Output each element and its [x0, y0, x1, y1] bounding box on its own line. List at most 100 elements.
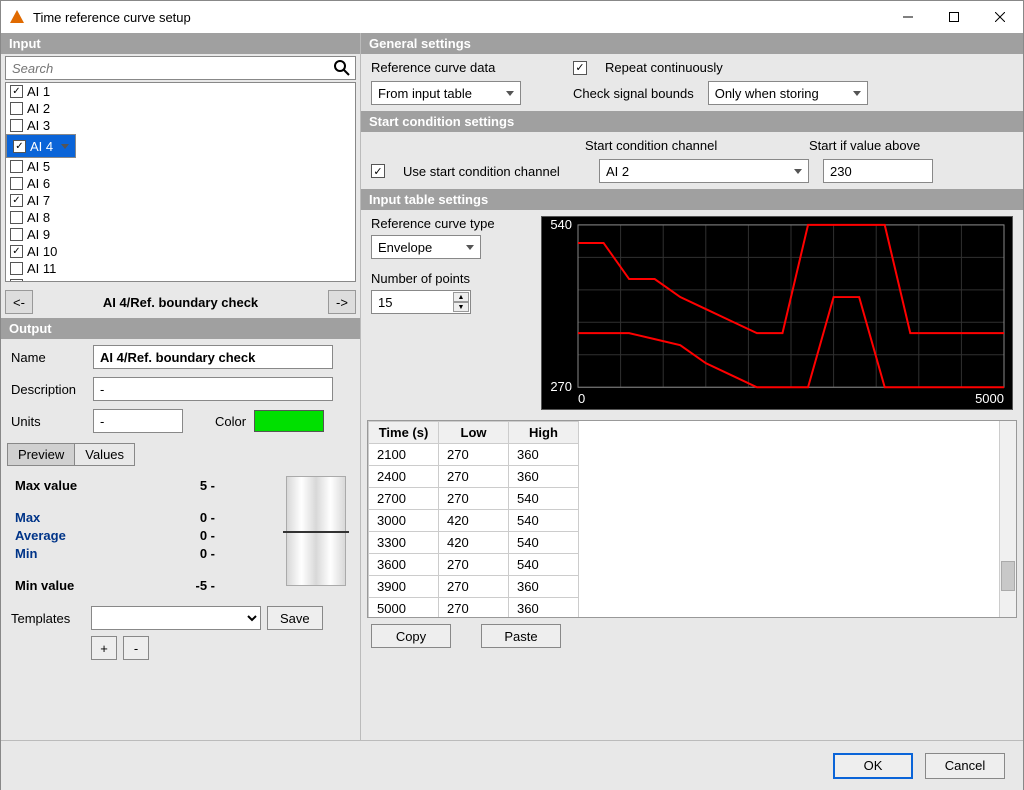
channel-row[interactable]: AI 12 [6, 277, 355, 282]
table-cell[interactable]: 360 [509, 576, 579, 598]
prev-channel-button[interactable]: <- [5, 290, 33, 314]
check-bounds-select[interactable]: Only when storing [708, 81, 868, 105]
right-panel: General settings Reference curve data Re… [361, 33, 1023, 740]
paste-button[interactable]: Paste [481, 624, 561, 648]
table-cell[interactable]: 2100 [369, 444, 439, 466]
units-input[interactable] [93, 409, 183, 433]
table-cell[interactable]: 420 [439, 532, 509, 554]
channel-checkbox[interactable] [10, 262, 23, 275]
spin-up-icon[interactable]: ▲ [453, 292, 469, 302]
channel-checkbox[interactable] [10, 211, 23, 224]
table-cell[interactable]: 3600 [369, 554, 439, 576]
table-row[interactable]: 2100270360 [369, 444, 579, 466]
table-cell[interactable]: 360 [509, 466, 579, 488]
channel-row[interactable]: AI 4 [6, 134, 76, 158]
table-cell[interactable]: 540 [509, 488, 579, 510]
channel-label: AI 6 [27, 176, 50, 191]
ref-curve-data-select[interactable]: From input table [371, 81, 521, 105]
channel-row[interactable]: AI 11 [6, 260, 355, 277]
add-template-button[interactable]: + [91, 636, 117, 660]
table-cell[interactable]: 270 [439, 598, 509, 618]
next-channel-button[interactable]: -> [328, 290, 356, 314]
channel-row[interactable]: AI 5 [6, 158, 355, 175]
table-row[interactable]: 3000420540 [369, 510, 579, 532]
table-cell[interactable]: 540 [509, 554, 579, 576]
table-cell[interactable]: 270 [439, 554, 509, 576]
channel-row[interactable]: AI 10 [6, 243, 355, 260]
channel-checkbox[interactable] [10, 228, 23, 241]
channel-checkbox[interactable] [13, 140, 26, 153]
channel-row[interactable]: AI 6 [6, 175, 355, 192]
description-input[interactable] [93, 377, 333, 401]
start-condition-header: Start condition settings [361, 111, 1023, 132]
channel-checkbox[interactable] [10, 177, 23, 190]
channel-row[interactable]: AI 2 [6, 100, 355, 117]
name-input[interactable] [93, 345, 333, 369]
table-cell[interactable]: 5000 [369, 598, 439, 618]
channel-row[interactable]: AI 1 [6, 83, 355, 100]
table-scrollbar[interactable] [999, 421, 1016, 617]
channel-row[interactable]: AI 8 [6, 209, 355, 226]
repeat-checkbox[interactable] [573, 61, 587, 75]
channel-checkbox[interactable] [10, 245, 23, 258]
channel-checkbox[interactable] [10, 119, 23, 132]
col-time[interactable]: Time (s) [369, 422, 439, 444]
table-cell[interactable]: 270 [439, 466, 509, 488]
table-cell[interactable]: 360 [509, 598, 579, 618]
table-cell[interactable]: 360 [509, 444, 579, 466]
minimize-button[interactable] [885, 1, 931, 33]
table-cell[interactable]: 540 [509, 532, 579, 554]
tab-preview[interactable]: Preview [7, 443, 75, 466]
input-table[interactable]: Time (s) Low High 2100270360240027036027… [367, 420, 1017, 618]
table-cell[interactable]: 3300 [369, 532, 439, 554]
channel-checkbox[interactable] [10, 160, 23, 173]
current-channel-title: AI 4/Ref. boundary check [37, 295, 324, 310]
table-cell[interactable]: 270 [439, 444, 509, 466]
spin-down-icon[interactable]: ▼ [453, 302, 469, 312]
channel-checkbox[interactable] [10, 102, 23, 115]
table-row[interactable]: 3900270360 [369, 576, 579, 598]
col-high[interactable]: High [509, 422, 579, 444]
curve-type-select[interactable]: Envelope [371, 235, 481, 259]
maximize-button[interactable] [931, 1, 977, 33]
table-cell[interactable]: 540 [509, 510, 579, 532]
templates-select[interactable] [91, 606, 261, 630]
channel-row[interactable]: AI 3 [6, 117, 355, 134]
ok-button[interactable]: OK [833, 753, 913, 779]
copy-button[interactable]: Copy [371, 624, 451, 648]
channel-list[interactable]: AI 1AI 2AI 3AI 4AI 5AI 6AI 7AI 8AI 9AI 1… [5, 82, 356, 282]
table-cell[interactable]: 270 [439, 488, 509, 510]
table-cell[interactable]: 3900 [369, 576, 439, 598]
table-row[interactable]: 5000270360 [369, 598, 579, 618]
col-low[interactable]: Low [439, 422, 509, 444]
curve-type-label: Reference curve type [371, 216, 531, 231]
table-row[interactable]: 3600270540 [369, 554, 579, 576]
use-start-checkbox[interactable] [371, 164, 385, 178]
channel-checkbox[interactable] [10, 279, 23, 282]
table-row[interactable]: 2700270540 [369, 488, 579, 510]
table-cell[interactable]: 420 [439, 510, 509, 532]
table-cell[interactable]: 2700 [369, 488, 439, 510]
start-channel-select[interactable]: AI 2 [599, 159, 809, 183]
preview-bar [286, 476, 346, 586]
channel-row[interactable]: AI 9 [6, 226, 355, 243]
tab-values[interactable]: Values [74, 443, 135, 466]
table-cell[interactable]: 2400 [369, 466, 439, 488]
description-label: Description [11, 382, 85, 397]
remove-template-button[interactable]: - [123, 636, 149, 660]
channel-label: AI 10 [27, 244, 57, 259]
table-cell[interactable]: 270 [439, 576, 509, 598]
table-row[interactable]: 2400270360 [369, 466, 579, 488]
channel-row[interactable]: AI 7 [6, 192, 355, 209]
start-above-input[interactable] [823, 159, 933, 183]
npoints-spinner[interactable]: 15 ▲▼ [371, 290, 471, 314]
color-picker[interactable] [254, 410, 324, 432]
table-row[interactable]: 3300420540 [369, 532, 579, 554]
channel-checkbox[interactable] [10, 85, 23, 98]
cancel-button[interactable]: Cancel [925, 753, 1005, 779]
save-template-button[interactable]: Save [267, 606, 323, 630]
search-input[interactable] [5, 56, 356, 80]
table-cell[interactable]: 3000 [369, 510, 439, 532]
close-button[interactable] [977, 1, 1023, 33]
channel-checkbox[interactable] [10, 194, 23, 207]
